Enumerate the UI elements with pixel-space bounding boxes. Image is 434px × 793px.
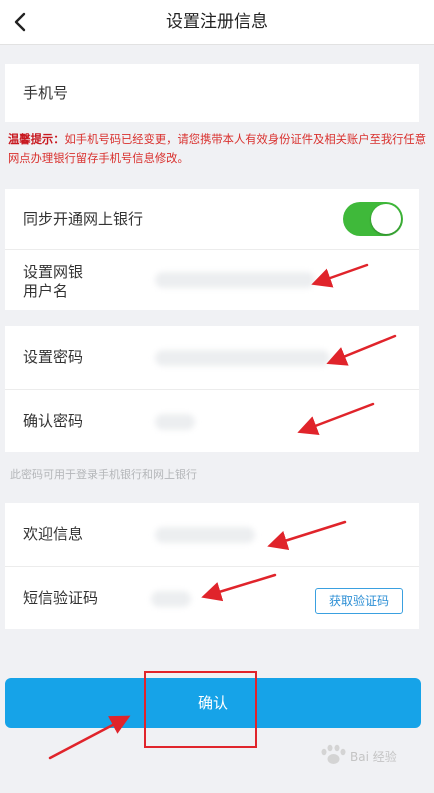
sms-input[interactable] [151, 591, 191, 607]
sync-toggle[interactable] [343, 202, 403, 236]
password-input[interactable] [155, 350, 330, 366]
warm-tip-text: 如手机号码已经变更，请您携带本人有效身份证件及相关账户至我行任意网点办理银行留存… [8, 133, 427, 165]
welcome-input[interactable] [155, 527, 255, 543]
confirm-password-label: 确认密码 [23, 412, 84, 430]
annotation-highlight-box [144, 671, 257, 748]
phone-row[interactable]: 手机号 [5, 64, 419, 122]
paw-watermark-icon [321, 744, 346, 764]
confirm-password-input[interactable] [155, 414, 195, 430]
password-row[interactable]: 设置密码 [5, 326, 419, 390]
top-bar: 设置注册信息 [0, 0, 434, 45]
password-label: 设置密码 [23, 348, 84, 366]
get-code-button[interactable]: 获取验证码 [315, 588, 403, 614]
password-section: 设置密码 确认密码 [5, 326, 419, 452]
toggle-knob [371, 204, 401, 234]
phone-section: 手机号 [5, 64, 419, 122]
warm-tip: 温馨提示：如手机号码已经变更，请您携带本人有效身份证件及相关账户至我行任意网点办… [8, 130, 428, 168]
page-title: 设置注册信息 [166, 12, 268, 32]
username-label-line2: 用户名 [23, 282, 69, 300]
username-label-line1: 设置网银 [23, 263, 84, 281]
welcome-label: 欢迎信息 [23, 525, 84, 543]
username-label: 设置网银 用户名 [23, 263, 83, 301]
username-row[interactable]: 设置网银 用户名 [5, 250, 419, 310]
phone-label: 手机号 [23, 84, 69, 102]
password-note: 此密码可用于登录手机银行和网上银行 [10, 468, 197, 481]
sms-label: 短信验证码 [23, 589, 99, 607]
warm-tip-prefix: 温馨提示： [8, 133, 65, 146]
confirm-password-row[interactable]: 确认密码 [5, 390, 419, 453]
sync-label: 同步开通网上银行 [23, 210, 144, 228]
watermark-text: Bai 经验 [350, 750, 397, 764]
username-input[interactable] [155, 272, 315, 288]
welcome-row[interactable]: 欢迎信息 [5, 503, 419, 567]
